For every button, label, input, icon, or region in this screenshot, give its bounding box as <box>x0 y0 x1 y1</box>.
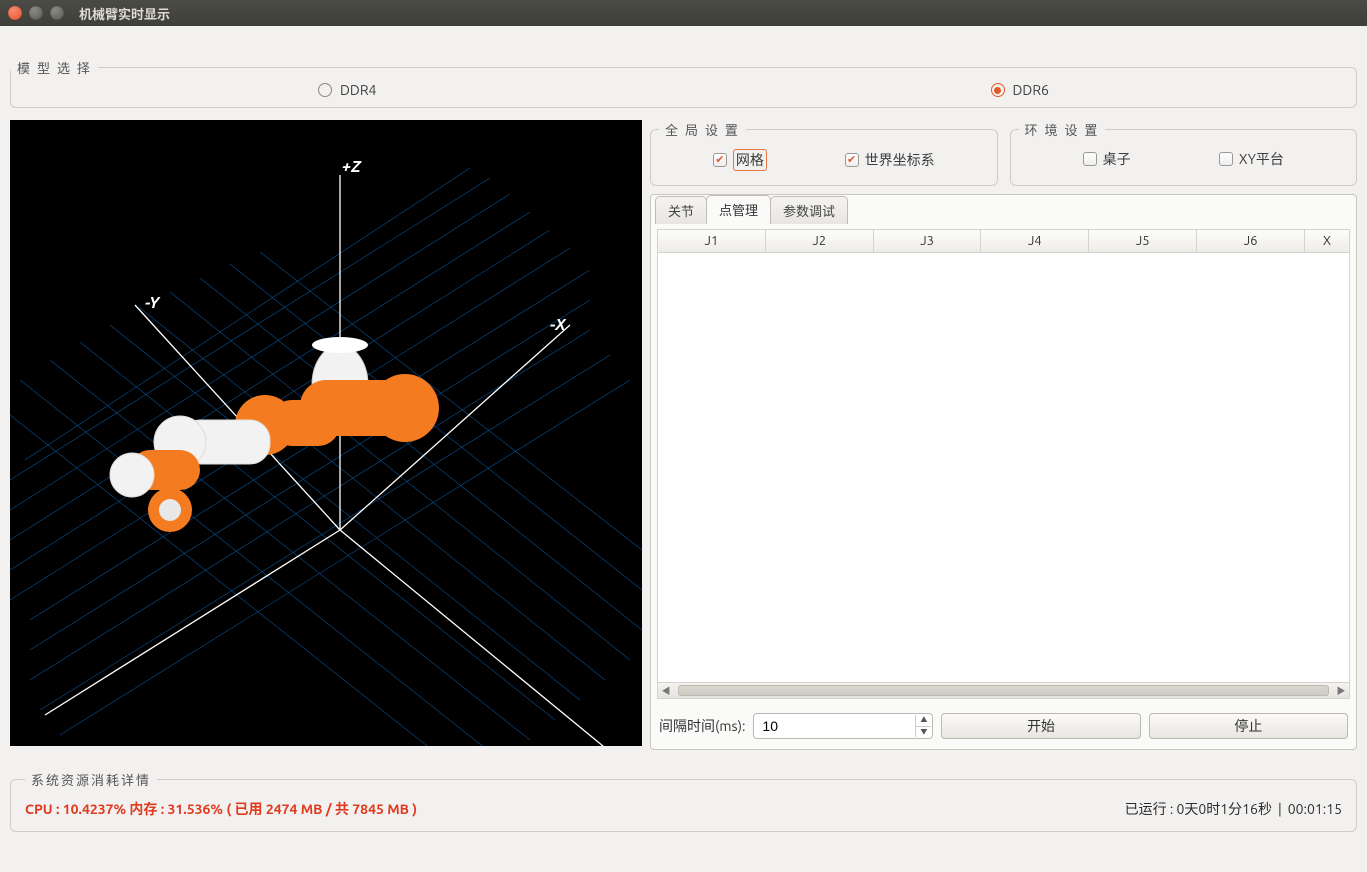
radio-icon <box>318 83 332 97</box>
radio-label: DDR6 <box>1013 82 1049 98</box>
interval-spinbox[interactable]: ▲ ▼ <box>753 713 933 739</box>
checkbox-table[interactable]: 桌子 <box>1083 149 1131 169</box>
table-header: J1 J2 J3 J4 J5 J6 X <box>658 230 1349 253</box>
checkbox-icon <box>713 153 727 167</box>
radio-icon <box>991 83 1005 97</box>
tab-point-manage[interactable]: 点管理 <box>706 195 771 224</box>
interval-label: 间隔时间(ms): <box>659 716 745 736</box>
table-body[interactable] <box>658 253 1349 682</box>
stop-button[interactable]: 停止 <box>1149 713 1348 739</box>
window-minimize-icon[interactable] <box>29 6 43 20</box>
col-j3[interactable]: J3 <box>874 230 982 252</box>
points-table: J1 J2 J3 J4 J5 J6 X ◀ ▶ <box>657 229 1350 699</box>
env-settings-group: 环 境 设 置 桌子 XY平台 <box>1010 120 1358 186</box>
axis-label-pz: +Z <box>342 158 362 176</box>
radio-ddr4[interactable]: DDR4 <box>318 82 376 98</box>
col-j1[interactable]: J1 <box>658 230 766 252</box>
system-resources-group: 系统资源消耗详情 CPU : 10.4237% 内存 : 31.536% ( 已… <box>10 770 1357 832</box>
checkbox-icon <box>1219 152 1233 166</box>
checkbox-icon <box>845 153 859 167</box>
checkbox-label: XY平台 <box>1239 149 1284 169</box>
start-button[interactable]: 开始 <box>941 713 1140 739</box>
runtime-text: 已运行 : 0天0时1分16秒 <box>1125 799 1272 819</box>
cpu-mem-text: CPU : 10.4237% 内存 : 31.536% ( 已用 2474 MB… <box>25 799 417 819</box>
checkbox-label: 网格 <box>733 149 767 171</box>
title-bar: 机械臂实时显示 <box>0 0 1367 26</box>
scroll-right-icon[interactable]: ▶ <box>1333 683 1349 698</box>
col-j6[interactable]: J6 <box>1197 230 1305 252</box>
spin-down-icon[interactable]: ▼ <box>915 727 931 738</box>
window-close-icon[interactable] <box>8 6 22 20</box>
radio-ddr6[interactable]: DDR6 <box>991 82 1049 98</box>
col-j5[interactable]: J5 <box>1089 230 1197 252</box>
axis-label-nx: -X <box>550 316 567 334</box>
col-j2[interactable]: J2 <box>766 230 874 252</box>
radio-label: DDR4 <box>340 82 376 98</box>
model-select-legend: 模 型 选 择 <box>11 58 98 77</box>
checkbox-label: 世界坐标系 <box>865 150 935 170</box>
tabs-panel: 关节 点管理 参数调试 J1 J2 J3 J4 J5 J6 X ◀ <box>650 194 1357 750</box>
viewport-3d[interactable]: +Z -Y -X +Y <box>10 120 642 746</box>
col-x[interactable]: X <box>1305 230 1349 252</box>
spin-up-icon[interactable]: ▲ <box>915 715 931 727</box>
window-title: 机械臂实时显示 <box>79 4 170 23</box>
global-settings-legend: 全 局 设 置 <box>659 120 746 139</box>
global-settings-group: 全 局 设 置 网格 世界坐标系 <box>650 120 998 186</box>
checkbox-icon <box>1083 152 1097 166</box>
env-settings-legend: 环 境 设 置 <box>1019 120 1106 139</box>
model-select-group: 模 型 选 择 DDR4 DDR6 <box>10 58 1357 108</box>
separator: | <box>1278 801 1282 817</box>
axis-label-ny: -Y <box>145 294 161 312</box>
system-resources-legend: 系统资源消耗详情 <box>25 770 157 789</box>
scroll-thumb[interactable] <box>678 685 1329 696</box>
scroll-left-icon[interactable]: ◀ <box>658 683 674 698</box>
checkbox-label: 桌子 <box>1103 149 1131 169</box>
checkbox-world-axes[interactable]: 世界坐标系 <box>845 150 935 170</box>
tab-joints[interactable]: 关节 <box>655 196 707 224</box>
checkbox-grid[interactable]: 网格 <box>713 149 767 171</box>
horizontal-scrollbar[interactable]: ◀ ▶ <box>658 682 1349 698</box>
tab-param-debug[interactable]: 参数调试 <box>770 196 848 224</box>
clock-text: 00:01:15 <box>1288 801 1342 817</box>
interval-input[interactable] <box>754 718 932 734</box>
window-maximize-icon[interactable] <box>50 6 64 20</box>
col-j4[interactable]: J4 <box>981 230 1089 252</box>
checkbox-xy-platform[interactable]: XY平台 <box>1219 149 1284 169</box>
